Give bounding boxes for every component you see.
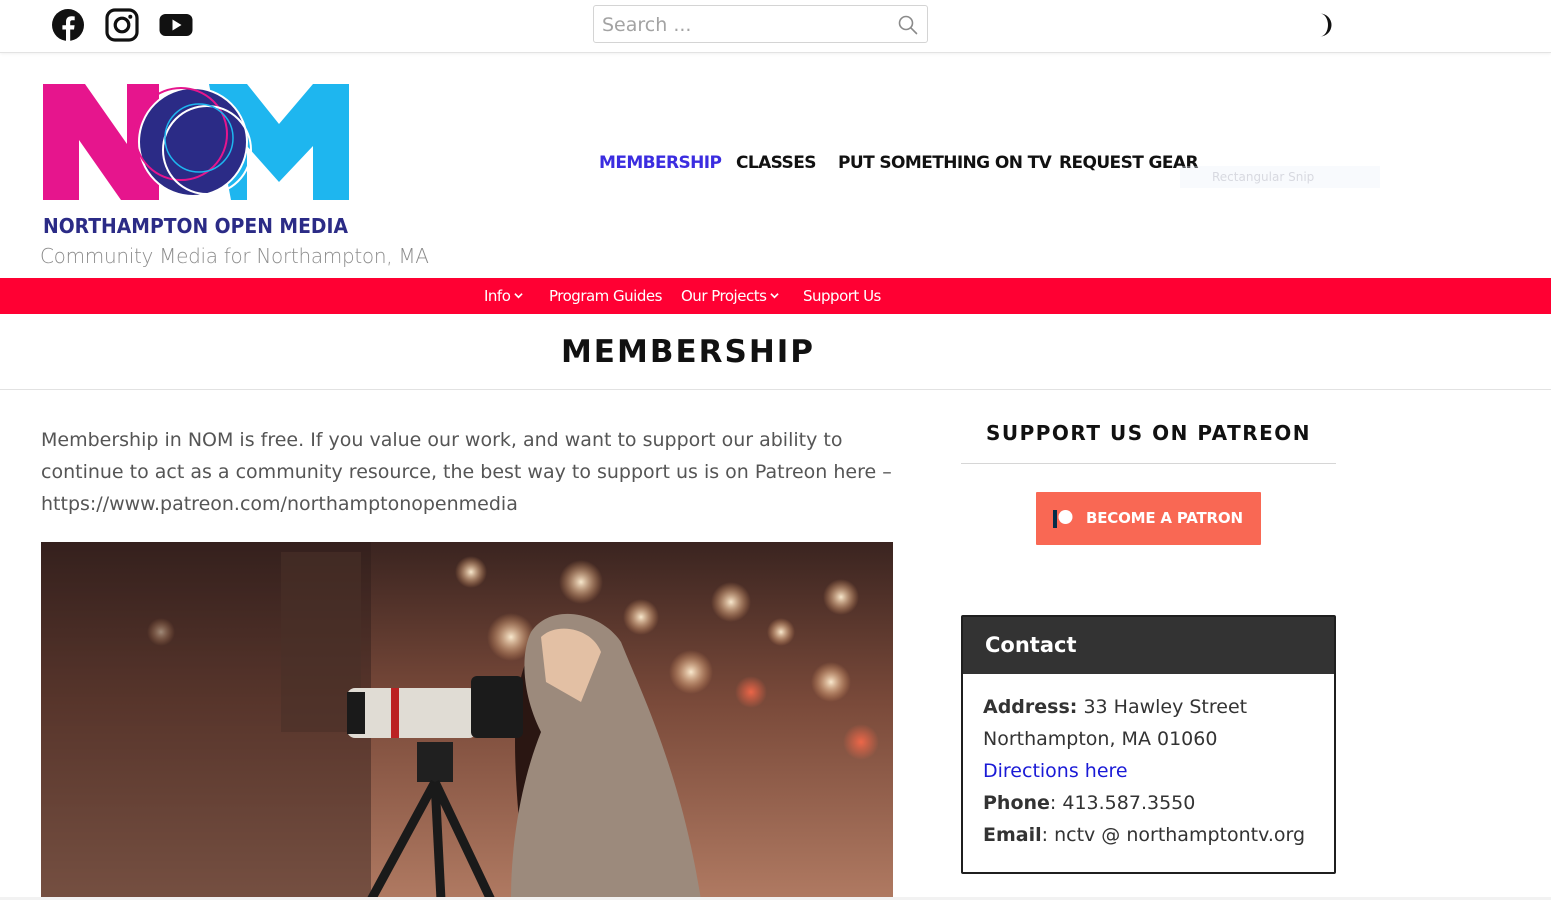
become-a-patron-button[interactable]: BECOME A PATRON (1036, 492, 1261, 545)
facebook-icon[interactable] (51, 8, 85, 42)
contact-body: Address: 33 Hawley Street Northampton, M… (963, 674, 1334, 851)
snip-tooltip-overlay: Rectangular Snip (1180, 166, 1380, 188)
top-bar (0, 0, 1551, 53)
page-title-strip: MEMBERSHIP (0, 314, 1551, 390)
subnav-our-projects-label: Our Projects (681, 287, 767, 305)
site-tagline: Community Media for Northampton, MA (40, 244, 429, 268)
email-label: Email (983, 824, 1042, 846)
phone-label: Phone (983, 792, 1050, 814)
half-moon-icon[interactable] (1308, 10, 1338, 40)
hero-image (41, 542, 893, 900)
nav-classes[interactable]: CLASSES (736, 153, 816, 173)
phone-line: Phone: 413.587.3550 (983, 792, 1196, 814)
site-logo[interactable]: NORTHAMPTON OPEN MEDIA (41, 82, 351, 238)
subnav-program-guides[interactable]: Program Guides (549, 287, 662, 305)
subnav-support-us[interactable]: Support Us (803, 287, 881, 305)
directions-link[interactable]: Directions here (983, 760, 1128, 782)
chevron-down-icon (770, 293, 780, 299)
patreon-icon (1053, 510, 1073, 528)
logo-text: NORTHAMPTON OPEN MEDIA (43, 214, 348, 238)
search-icon[interactable] (897, 14, 919, 36)
address-label: Address: (983, 696, 1078, 718)
email-address: nctv @ northamptontv.org (1054, 824, 1306, 846)
instagram-icon[interactable] (105, 8, 139, 42)
nav-request-gear[interactable]: REQUEST GEAR (1059, 153, 1199, 173)
contact-title: Contact (963, 617, 1334, 674)
subnav-info-label: Info (484, 287, 511, 305)
phone-number: 413.587.3550 (1062, 792, 1196, 814)
address-line2: Northampton, MA 01060 (983, 728, 1218, 750)
nav-membership[interactable]: MEMBERSHIP (599, 153, 722, 173)
intro-paragraph: Membership in NOM is free. If you value … (41, 429, 892, 515)
search-input[interactable] (600, 10, 884, 40)
email-line: Email: nctv @ northamptontv.org (983, 824, 1306, 846)
chevron-down-icon (514, 293, 524, 299)
youtube-icon[interactable] (159, 8, 193, 42)
address-line1: 33 Hawley Street (1083, 696, 1248, 718)
subnav-our-projects[interactable]: Our Projects (681, 287, 780, 305)
subnav-info[interactable]: Info (484, 287, 524, 305)
become-a-patron-label: BECOME A PATRON (1086, 509, 1243, 527)
page-title: MEMBERSHIP (560, 334, 816, 370)
patreon-heading: SUPPORT US ON PATREON (985, 421, 1312, 445)
secondary-nav: Info Program Guides Our Projects Support… (0, 278, 1551, 314)
search-box (593, 5, 928, 43)
address-line: Address: 33 Hawley Street (983, 691, 1334, 723)
nav-put-something-on-tv[interactable]: PUT SOMETHING ON TV (838, 153, 1052, 173)
contact-widget: Contact Address: 33 Hawley Street Northa… (961, 615, 1336, 874)
divider (961, 463, 1336, 464)
